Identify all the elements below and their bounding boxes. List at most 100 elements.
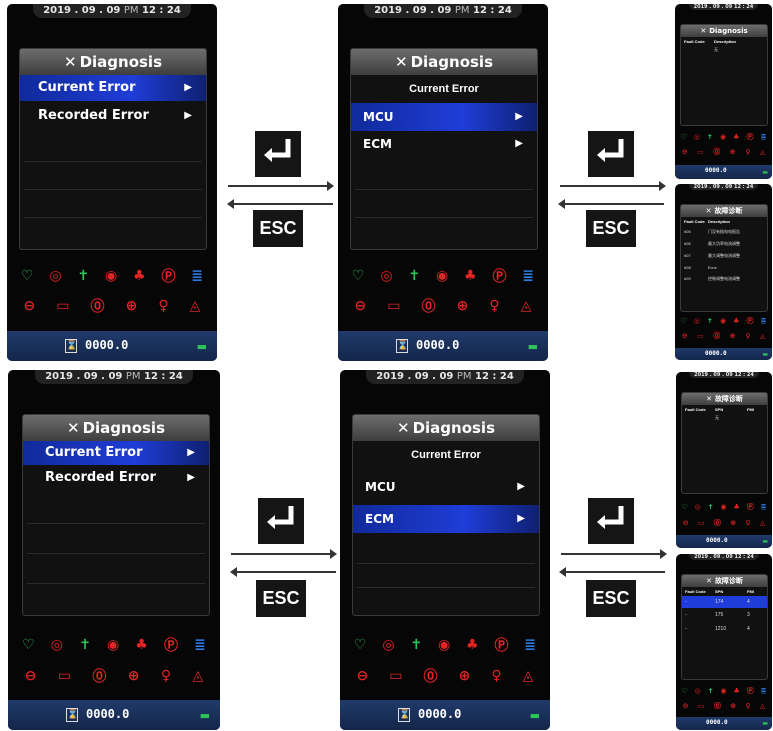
- turtle-icon: ▬: [762, 350, 768, 358]
- tools-icon: ✕: [705, 207, 712, 215]
- parking-icon: Ⓟ: [746, 133, 754, 141]
- oil-filter-icon: ⊖: [681, 148, 688, 156]
- odometer: 0000.0: [705, 167, 727, 174]
- tools-icon: ✕: [706, 577, 712, 585]
- esc-key[interactable]: ESC: [586, 210, 636, 247]
- panel-title: ✕ Diagnosis: [20, 49, 206, 75]
- chevron-right-icon: ▶: [187, 472, 195, 483]
- engine-temp-icon: ✝: [707, 687, 714, 695]
- seatbelt-icon: ◎: [380, 268, 393, 284]
- enter-icon: [597, 139, 624, 162]
- fuel-icon: ▭: [387, 298, 401, 314]
- screen-ecm-no-error: 2019 . 09 . 09 12 : 24 ✕ 故障诊断 Fault Code S…: [676, 372, 772, 548]
- menu-item-recorded-error[interactable]: Recorded Error ▶: [23, 465, 209, 491]
- tire-icon: ◬: [759, 519, 766, 527]
- status-bar: 2019 . 09 . 09 PM 12 : 24: [8, 370, 220, 384]
- indicator-row-1: ♡ ◎ ✝ ◉ ♣ Ⓟ ≣: [344, 266, 542, 286]
- parking-icon: Ⓟ: [746, 317, 754, 325]
- status-footer: 0000.0 ▬: [676, 535, 772, 548]
- parking-icon: Ⓟ: [163, 638, 178, 654]
- headlight-icon: ≣: [760, 133, 767, 141]
- esc-key[interactable]: ESC: [253, 210, 303, 247]
- menu-item-mcu[interactable]: MCU ▶: [351, 103, 537, 131]
- enter-key[interactable]: [258, 498, 304, 544]
- turtle-icon: ▬: [762, 168, 768, 176]
- odometer: 0000.0: [706, 719, 728, 726]
- parking-icon: Ⓟ: [746, 503, 754, 511]
- tire-icon: ◬: [520, 298, 532, 314]
- diagnosis-panel: ✕ 故障诊断 Fault Code SPN FMI 无: [681, 392, 768, 494]
- menu-item-current-error[interactable]: Current Error ▶: [20, 75, 206, 101]
- headlight-icon: ≣: [760, 503, 767, 511]
- hourglass-icon: ⌛: [398, 708, 411, 722]
- seatbelt-icon: ◎: [694, 503, 701, 511]
- oil-filter-icon: ⊖: [24, 668, 37, 684]
- headlight-icon: ≣: [191, 268, 204, 284]
- oil-filter-icon: ⊖: [682, 519, 689, 527]
- arrow-forward: [231, 549, 337, 559]
- battery-icon: ♣: [135, 637, 148, 653]
- status-footer: ⌛ 0000.0 ▬: [8, 700, 220, 730]
- esc-key[interactable]: ESC: [586, 580, 636, 617]
- fuel-icon: ▭: [697, 702, 705, 710]
- headlight-icon: ≣: [760, 687, 767, 695]
- panel-title: ✕ Diagnosis: [681, 25, 767, 37]
- oil-icon: ◉: [719, 133, 727, 141]
- tire-icon: ◬: [759, 332, 766, 340]
- tire-icon: ◬: [759, 702, 766, 710]
- oil-icon: ◉: [106, 637, 120, 653]
- engine-temp-icon: ✝: [707, 133, 713, 141]
- enter-key[interactable]: [588, 498, 634, 544]
- oil-icon: ◉: [437, 637, 451, 653]
- table-row[interactable]: -175 3: [682, 608, 767, 622]
- service-icon: ⊕: [125, 298, 138, 314]
- screen-mcu-no-error: 2019 . 09 . 09 12 : 24 ✕ Diagnosis Fault …: [675, 4, 772, 179]
- arrow-back: [227, 199, 333, 209]
- engine-temp-icon: ✝: [707, 317, 713, 325]
- battery-icon: ♣: [466, 637, 479, 653]
- menu-item-recorded-error[interactable]: Recorded Error ▶: [20, 101, 206, 131]
- engine-temp-icon: ✝: [408, 268, 421, 284]
- menu-item-ecm[interactable]: ECM ▶: [351, 131, 537, 157]
- turtle-icon: ▬: [199, 708, 210, 722]
- enter-key[interactable]: [255, 131, 301, 177]
- panel-title: ✕ Diagnosis: [353, 415, 539, 441]
- coolant-icon: ⓪: [92, 669, 107, 685]
- diagnosis-panel: ✕ Diagnosis Current Error MCU ▶ ECM ▶: [350, 48, 538, 250]
- table-row[interactable]: -1210 4: [682, 622, 767, 636]
- screen-current-error-mcu: 2019 . 09 . 09 PM 12 : 24 ✕ Diagnosis Cur…: [338, 4, 548, 361]
- enter-icon: [264, 139, 291, 162]
- arrow-forward: [560, 181, 666, 191]
- key-icon: ♀: [491, 668, 502, 684]
- brake-icon: ♡: [22, 637, 35, 653]
- indicator-row-2: ⊖ ▭ ⓪ ⊕ ♀ ◬: [677, 147, 770, 157]
- battery-icon: ♣: [733, 687, 740, 695]
- brake-icon: ♡: [681, 687, 688, 695]
- service-icon: ⊕: [730, 702, 737, 710]
- menu-item-ecm[interactable]: ECM ▶: [353, 505, 539, 533]
- menu-item-current-error[interactable]: Current Error ▶: [23, 441, 209, 465]
- arrow-back: [558, 199, 664, 209]
- enter-key[interactable]: [588, 131, 634, 177]
- indicator-row-2: ⊖ ▭ ⓪ ⊕ ♀ ◬: [13, 296, 211, 316]
- panel-title: ✕ 故障诊断: [682, 575, 767, 587]
- esc-key[interactable]: ESC: [256, 580, 306, 617]
- service-icon: ⊕: [458, 668, 471, 684]
- status-footer: 0000.0 ▬: [675, 348, 772, 360]
- coolant-icon: ⓪: [713, 332, 721, 340]
- menu-item-mcu[interactable]: MCU ▶: [353, 469, 539, 505]
- enter-icon: [267, 506, 294, 529]
- headlight-icon: ≣: [524, 637, 537, 653]
- oil-icon: ◉: [719, 317, 727, 325]
- indicator-row-1: ♡ ◎ ✝ ◉ ♣ Ⓟ ≣: [13, 266, 211, 286]
- coolant-icon: ⓪: [713, 519, 721, 527]
- indicator-row-2: ⊖ ▭ ⓪ ⊕ ♀ ◬: [14, 666, 214, 686]
- oil-icon: ◉: [720, 687, 727, 695]
- headlight-icon: ≣: [194, 637, 206, 653]
- turtle-icon: ▬: [762, 720, 768, 727]
- hourglass-icon: ⌛: [66, 708, 79, 722]
- engine-temp-icon: ✝: [79, 637, 91, 653]
- indicator-row-2: ⊖ ▭ ⓪ ⊕ ♀ ◬: [678, 701, 770, 711]
- fuel-icon: ▭: [389, 668, 403, 684]
- table-row[interactable]: -174 4: [682, 596, 767, 608]
